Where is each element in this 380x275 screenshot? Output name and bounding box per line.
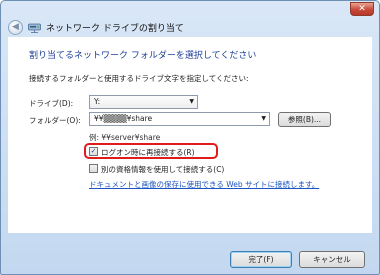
chevron-down-icon: ▼ bbox=[189, 98, 194, 105]
back-arrow-icon: ◀ bbox=[12, 22, 19, 32]
cancel-button[interactable]: キャンセル bbox=[299, 251, 365, 268]
example-text: 例: ¥¥server¥share bbox=[89, 133, 161, 142]
map-network-drive-window: ◀ ネットワーク ドライブの割り当て ✕ 割り当てるネットワーク フォルダーを選… bbox=[0, 0, 380, 275]
credentials-label[interactable]: 別の資格情報を使用して接続する(C) bbox=[101, 164, 224, 175]
credentials-checkbox[interactable] bbox=[89, 164, 98, 173]
drive-value: Y: bbox=[94, 97, 101, 106]
window-title: ネットワーク ドライブの割り当て bbox=[46, 24, 184, 34]
title-bar: ◀ ネットワーク ドライブの割り当て ✕ bbox=[1, 1, 379, 37]
folder-value: ¥¥▒▒▒▒¥share bbox=[94, 114, 153, 123]
close-icon: ✕ bbox=[358, 4, 366, 14]
finish-button[interactable]: 完了(F) bbox=[230, 251, 292, 268]
page-heading: 割り当てるネットワーク フォルダーを選択してください bbox=[29, 51, 257, 61]
drive-label: ドライブ(D): bbox=[29, 99, 74, 108]
web-site-link[interactable]: ドキュメントと画像の保存に使用できる Web サイトに接続します。 bbox=[89, 179, 319, 190]
close-button[interactable]: ✕ bbox=[350, 2, 374, 16]
dialog-content: 割り当てるネットワーク フォルダーを選択してください 接続するフォルダーと使用す… bbox=[8, 37, 372, 233]
drive-select[interactable]: Y: ▼ bbox=[89, 95, 198, 109]
folder-input[interactable]: ¥¥▒▒▒▒¥share ▼ bbox=[89, 112, 270, 126]
folder-label: フォルダー(O): bbox=[29, 116, 81, 125]
reconnect-checkbox[interactable]: ✓ bbox=[89, 147, 98, 156]
reconnect-label[interactable]: ログオン時に再接続する(R) bbox=[101, 147, 195, 158]
browse-button[interactable]: 参照(B)... bbox=[278, 112, 331, 127]
network-drive-icon bbox=[28, 23, 41, 33]
back-button[interactable]: ◀ bbox=[8, 20, 23, 35]
chevron-down-icon: ▼ bbox=[261, 115, 266, 122]
checkmark-icon: ✓ bbox=[90, 147, 97, 155]
instruction-text: 接続するフォルダーと使用するドライブ文字を指定してください: bbox=[29, 74, 249, 83]
